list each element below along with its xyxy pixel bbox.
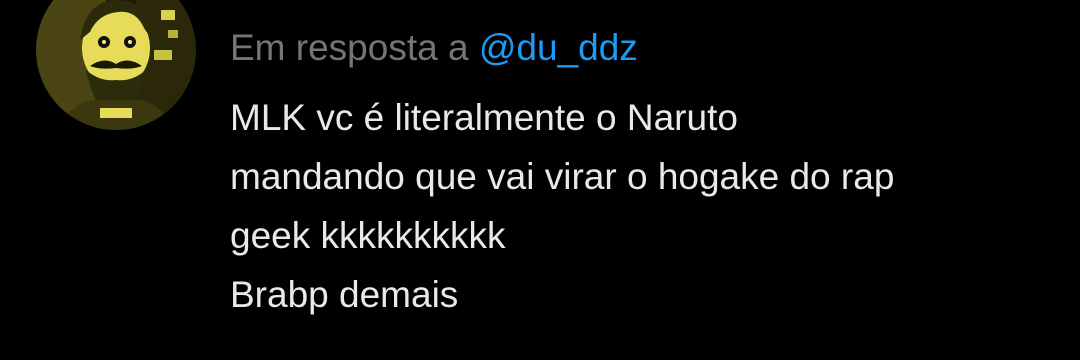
- mention-link[interactable]: @du_ddz: [479, 27, 638, 68]
- reply-context: Em resposta a @du_ddz: [230, 22, 1050, 74]
- tweet-reply: Em resposta a @du_ddz MLK vc é literalme…: [0, 0, 1080, 360]
- tweet-text-line: geek kkkkkkkkkk: [230, 215, 506, 256]
- tweet-text-line: Brabp demais: [230, 274, 459, 315]
- avatar-illustration: [36, 0, 196, 130]
- tweet-content: Em resposta a @du_ddz MLK vc é literalme…: [230, 22, 1050, 324]
- reply-prefix: Em resposta a: [230, 27, 469, 68]
- tweet-text-line: MLK vc é literalmente o Naruto: [230, 97, 738, 138]
- tweet-text: MLK vc é literalmente o Naruto mandando …: [230, 88, 1050, 324]
- tweet-text-line: mandando que vai virar o hogake do rap: [230, 156, 895, 197]
- avatar[interactable]: [36, 0, 196, 130]
